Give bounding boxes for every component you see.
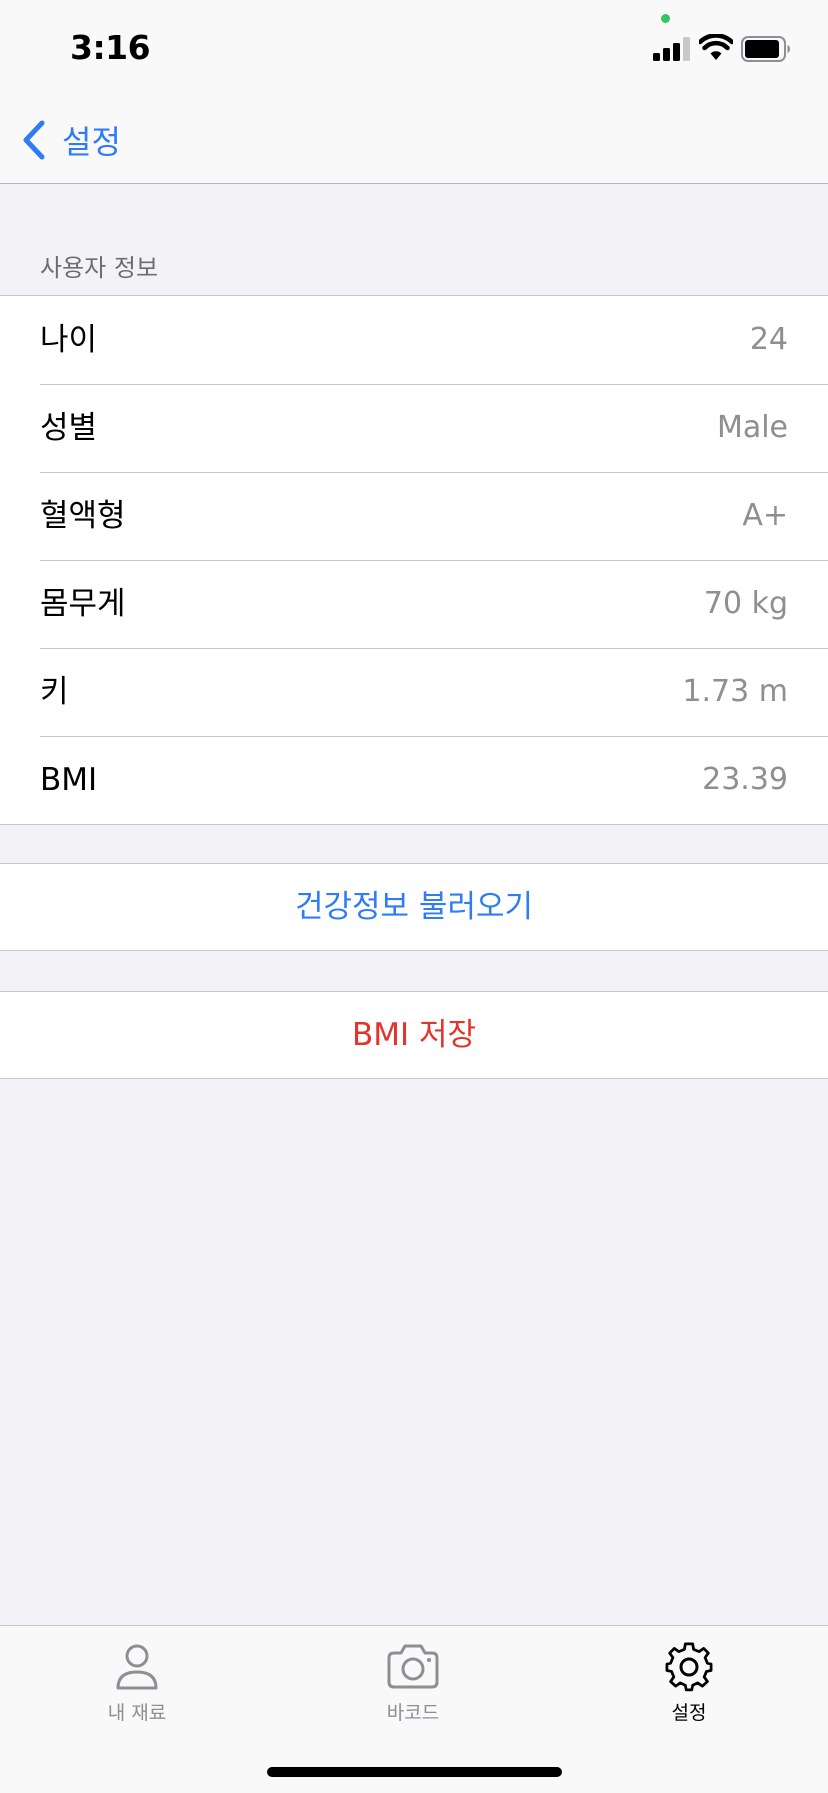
user-info-list: 나이 24 성별 Male 혈액형 A+ 몸무게 70 kg 키 1.73 m … [0,295,828,825]
load-health-info-cell: 건강정보 불러오기 [0,863,828,951]
row-label: 몸무게 [40,586,126,622]
row-value: 23.39 [702,762,788,797]
row-label: 혈액형 [40,498,126,534]
save-bmi-cell: BMI 저장 [0,991,828,1079]
status-bar: 3:16 [0,0,828,98]
row-label: 성별 [40,410,98,446]
chevron-left-icon [23,120,45,160]
tab-label: 설정 [671,1702,707,1724]
navigation-bar: 설정 [0,98,828,184]
row-weight[interactable]: 몸무게 70 kg [0,560,828,648]
row-bmi[interactable]: BMI 23.39 [0,736,828,824]
load-health-info-button[interactable]: 건강정보 불러오기 [0,864,828,950]
person-icon [116,1644,158,1690]
row-label: 나이 [40,322,98,358]
tab-label: 내 재료 [107,1702,167,1724]
back-button[interactable]: 설정 [22,118,121,162]
row-value: Male [716,410,788,445]
tab-settings[interactable]: 설정 [609,1640,769,1725]
tab-my-ingredients[interactable]: 내 재료 [57,1640,217,1725]
row-blood-type[interactable]: 혈액형 A+ [0,472,828,560]
home-indicator[interactable] [267,1767,562,1777]
row-sex[interactable]: 성별 Male [0,384,828,472]
row-value: 1.73 m [682,674,788,709]
row-label: 키 [40,674,69,710]
row-value: 70 kg [703,586,788,621]
section-header-user-info: 사용자 정보 [40,254,159,282]
battery-icon [741,36,790,62]
row-value: 24 [749,322,788,357]
status-time: 3:16 [70,28,151,67]
row-value: A+ [742,498,788,533]
camera-icon [387,1644,439,1689]
tab-label: 바코드 [386,1702,440,1724]
row-label: BMI [40,762,98,798]
row-height[interactable]: 키 1.73 m [0,648,828,736]
row-age[interactable]: 나이 24 [0,296,828,384]
privacy-indicator-dot [661,14,670,23]
save-bmi-button[interactable]: BMI 저장 [0,992,828,1078]
gear-icon [665,1642,713,1692]
back-button-label: 설정 [62,123,121,161]
wifi-icon [699,34,733,60]
cellular-signal-icon [653,37,691,61]
tab-barcode[interactable]: 바코드 [333,1640,493,1725]
